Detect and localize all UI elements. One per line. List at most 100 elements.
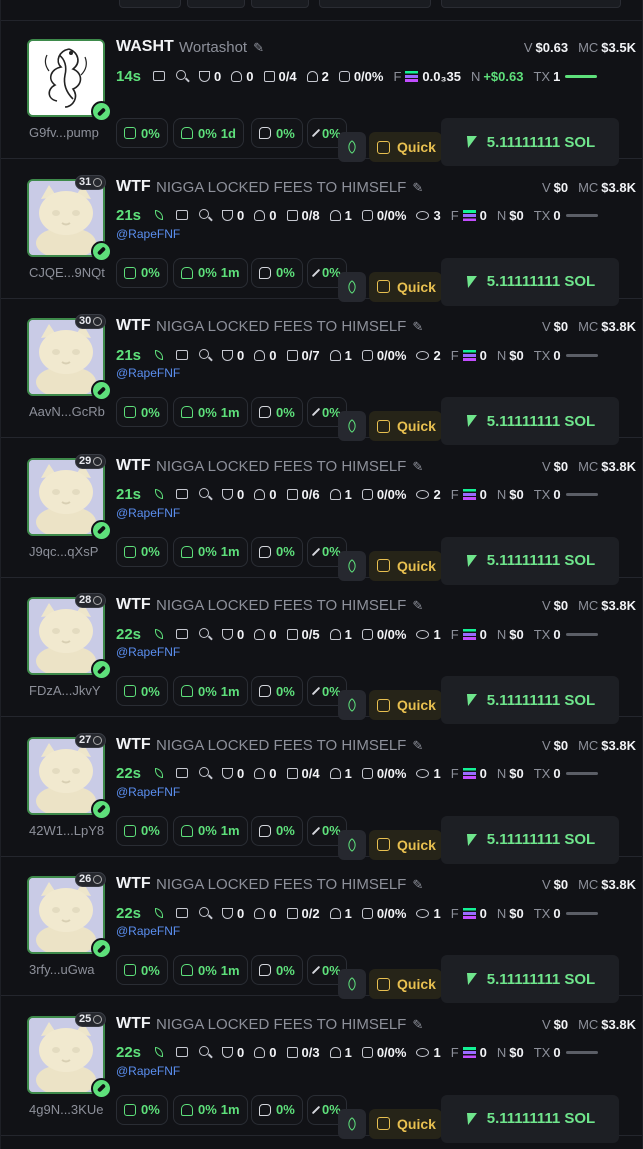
notes-icon[interactable] <box>176 349 189 362</box>
twitter-handle[interactable]: @RapeFNF <box>116 924 180 938</box>
quick-buy-button[interactable]: Quick <box>369 411 442 441</box>
token-avatar-wrap[interactable]: 28 <box>27 593 112 680</box>
token-ticker[interactable]: WTF <box>116 875 151 893</box>
twitter-handle[interactable]: @RapeFNF <box>116 785 180 799</box>
rocket-button[interactable] <box>338 550 366 581</box>
pencil-icon[interactable]: ✎ <box>253 40 264 56</box>
dev-badge[interactable]: 0% 1m <box>173 955 248 985</box>
snipers-badge[interactable]: 0% <box>251 1094 303 1125</box>
rocket-button[interactable] <box>338 969 366 999</box>
token-avatar-wrap[interactable]: 31 <box>27 174 112 262</box>
token-ticker[interactable]: WTF <box>116 1015 151 1033</box>
holders-badge[interactable]: 0% <box>116 1094 168 1125</box>
notes-icon[interactable] <box>176 488 189 501</box>
notes-icon[interactable] <box>176 209 189 222</box>
rocket-button[interactable] <box>338 411 366 441</box>
search-icon[interactable] <box>199 906 212 920</box>
contract-address[interactable]: AavN...GcRb <box>29 404 105 419</box>
token-ticker[interactable]: WTF <box>116 178 151 196</box>
partial-token-card[interactable] <box>1 0 642 21</box>
token-avatar-wrap[interactable]: 30 <box>27 314 112 401</box>
token-avatar-wrap[interactable]: 27 <box>27 732 112 820</box>
dev-badge[interactable]: 0% 1m <box>173 257 248 288</box>
search-icon[interactable] <box>199 1046 212 1059</box>
snipers-badge[interactable]: 0% <box>251 815 303 846</box>
twitter-handle[interactable]: @RapeFNF <box>116 645 180 659</box>
snipers-badge[interactable]: 0% <box>251 397 303 427</box>
token-card[interactable]: G9fv...pump WASHT Wortashot ✎ V $0.63 MC $3.… <box>1 20 642 166</box>
pencil-icon[interactable]: ✎ <box>412 877 423 893</box>
notes-icon[interactable] <box>176 767 189 780</box>
pencil-icon[interactable]: ✎ <box>412 738 423 754</box>
token-avatar-wrap[interactable]: 29 <box>27 453 112 541</box>
token-avatar-wrap[interactable]: 25 <box>27 1011 112 1099</box>
rocket-button[interactable] <box>338 271 366 302</box>
holders-badge[interactable]: 0% <box>116 397 168 427</box>
rocket-button[interactable] <box>338 132 366 162</box>
pill-icon[interactable] <box>91 380 112 401</box>
rocket-button[interactable] <box>338 829 366 860</box>
token-card[interactable]: 31 CJQE...9NQt WTF NIGGA LOCKED FEES TO … <box>1 160 642 306</box>
quick-buy-button[interactable]: Quick <box>369 271 442 302</box>
rocket-button[interactable] <box>338 1108 366 1139</box>
token-avatar-wrap[interactable] <box>27 39 112 122</box>
token-ticker[interactable]: WTF <box>116 736 151 754</box>
token-ticker[interactable]: WTF <box>116 457 151 475</box>
pencil-icon[interactable]: ✎ <box>412 180 423 196</box>
search-icon[interactable] <box>199 209 212 222</box>
pill-icon[interactable] <box>91 798 112 820</box>
token-ticker[interactable]: WTF <box>116 317 151 335</box>
snipers-badge[interactable]: 0% <box>251 676 303 706</box>
search-icon[interactable] <box>199 767 212 780</box>
holders-badge[interactable]: 0% <box>116 815 168 846</box>
token-card[interactable]: 28 FDzA...JkvY WTF NIGGA LOCKED FEES TO … <box>1 578 642 724</box>
pill-icon[interactable] <box>91 659 112 680</box>
holders-badge[interactable]: 0% <box>116 955 168 985</box>
notes-icon[interactable] <box>153 70 166 83</box>
contract-address[interactable]: 42W1...LpY8 <box>29 823 104 838</box>
contract-address[interactable]: G9fv...pump <box>29 125 99 140</box>
contract-address[interactable]: 4g9N...3KUe <box>29 1102 103 1117</box>
snipers-badge[interactable]: 0% <box>251 955 303 985</box>
holders-badge[interactable]: 0% <box>116 257 168 288</box>
search-icon[interactable] <box>199 488 212 501</box>
snipers-badge[interactable]: 0% <box>251 257 303 288</box>
notes-icon[interactable] <box>176 1046 189 1059</box>
search-icon[interactable] <box>199 627 212 641</box>
token-avatar-wrap[interactable]: 26 <box>27 872 112 959</box>
dev-badge[interactable]: 0% 1m <box>173 397 248 427</box>
pill-icon[interactable] <box>91 1077 112 1099</box>
pencil-icon[interactable]: ✎ <box>412 459 423 475</box>
contract-address[interactable]: FDzA...JkvY <box>29 683 101 698</box>
pill-icon[interactable] <box>91 101 112 122</box>
pill-icon[interactable] <box>91 240 112 262</box>
token-card[interactable]: 29 J9qc...qXsP WTF NIGGA LOCKED FEES TO … <box>1 439 642 585</box>
pill-icon[interactable] <box>91 519 112 541</box>
contract-address[interactable]: 3rfy...uGwa <box>29 962 95 977</box>
buy-button[interactable]: 5.11111111 SOL <box>441 1094 619 1143</box>
dev-badge[interactable]: 0% 1m <box>173 536 248 567</box>
search-icon[interactable] <box>199 348 212 362</box>
twitter-handle[interactable]: @RapeFNF <box>116 506 180 520</box>
quick-buy-button[interactable]: Quick <box>369 132 442 162</box>
token-ticker[interactable]: WTF <box>116 596 151 614</box>
contract-address[interactable]: CJQE...9NQt <box>29 265 105 280</box>
twitter-handle[interactable]: @RapeFNF <box>116 227 180 241</box>
token-card[interactable]: 25 4g9N...3KUe WTF NIGGA LOCKED FEES TO … <box>1 997 642 1143</box>
dev-badge[interactable]: 0% 1d <box>173 118 244 148</box>
snipers-badge[interactable]: 0% <box>251 536 303 567</box>
dev-badge[interactable]: 0% 1m <box>173 1094 248 1125</box>
pencil-icon[interactable]: ✎ <box>412 598 423 614</box>
snipers-badge[interactable]: 0% <box>251 118 303 148</box>
contract-address[interactable]: J9qc...qXsP <box>29 544 98 559</box>
token-card[interactable]: 30 AavN...GcRb WTF NIGGA LOCKED FEES TO … <box>1 299 642 445</box>
rocket-button[interactable] <box>338 690 366 720</box>
holders-badge[interactable]: 0% <box>116 118 168 148</box>
quick-buy-button[interactable]: Quick <box>369 829 442 860</box>
token-ticker[interactable]: WASHT <box>116 38 174 56</box>
quick-buy-button[interactable]: Quick <box>369 969 442 999</box>
quick-buy-button[interactable]: Quick <box>369 550 442 581</box>
holders-badge[interactable]: 0% <box>116 676 168 706</box>
notes-icon[interactable] <box>176 628 189 641</box>
token-card[interactable]: 27 42W1...LpY8 WTF NIGGA LOCKED FEES TO … <box>1 718 642 864</box>
